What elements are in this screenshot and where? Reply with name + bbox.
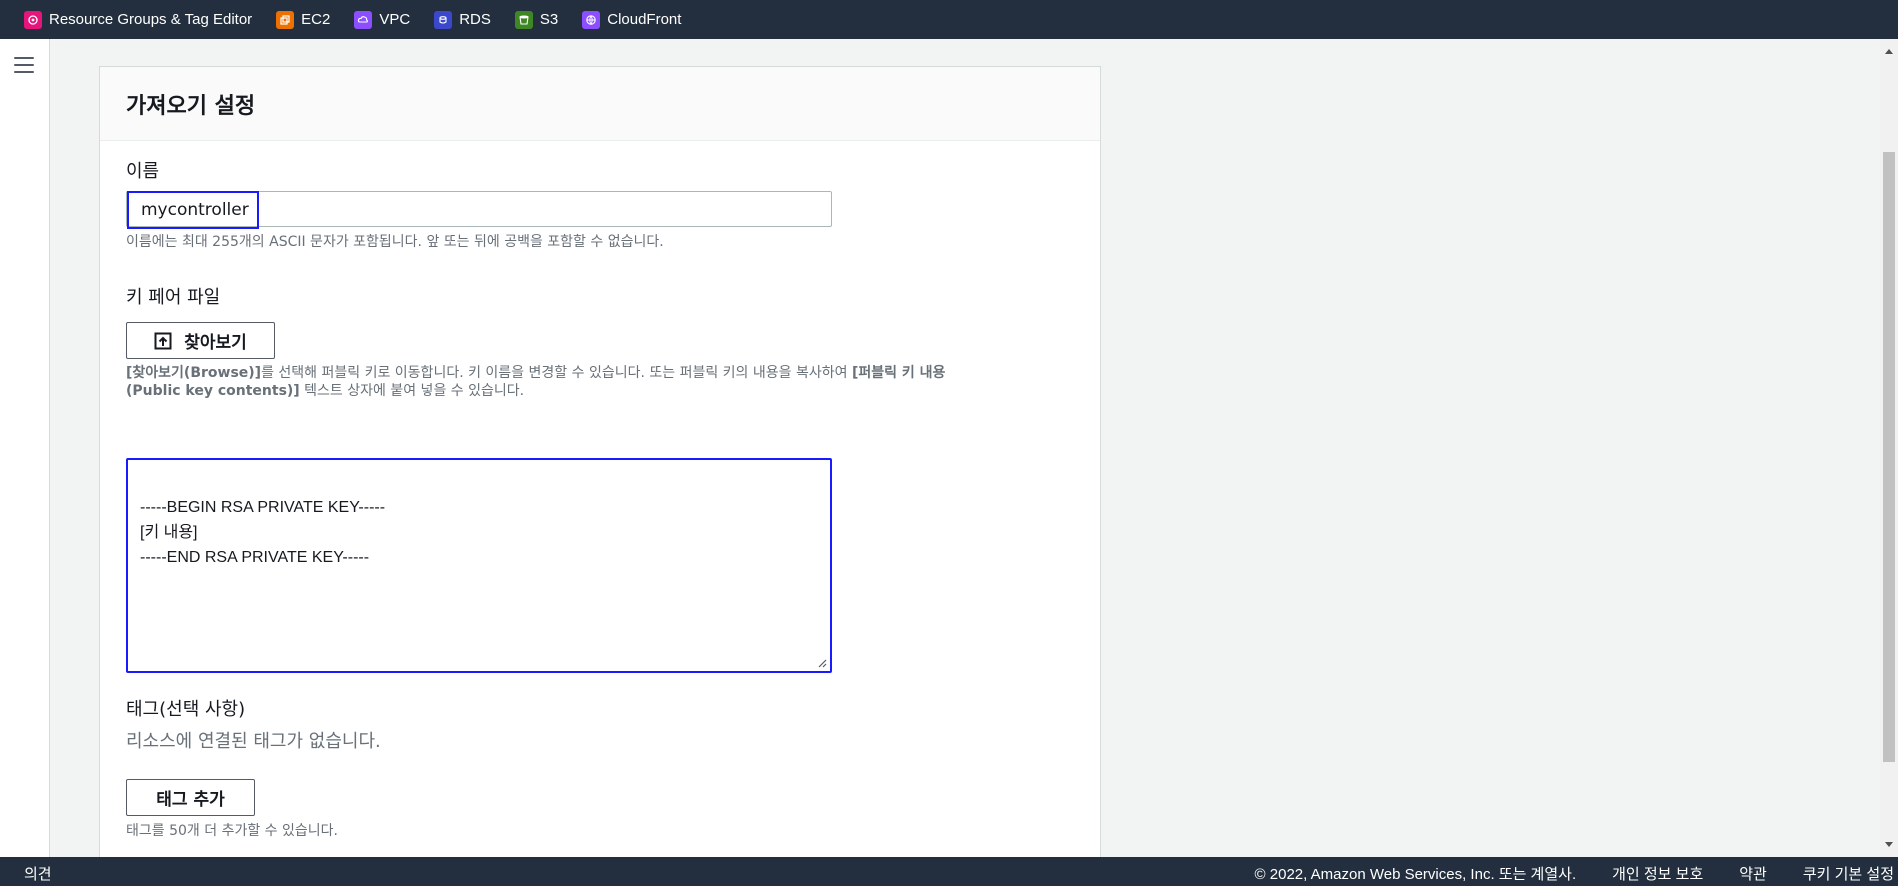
no-tags-text: 리소스에 연결된 태그가 없습니다.	[126, 731, 381, 752]
favorite-label: VPC	[379, 11, 411, 28]
copyright-text: © 2022, Amazon Web Services, Inc. 또는 계열사…	[1254, 866, 1577, 883]
browse-hint-term: [찾아보기(Browse)]	[126, 365, 262, 381]
name-value: mycontroller	[127, 191, 259, 229]
upload-icon	[154, 332, 172, 349]
side-navigation-rail	[0, 39, 50, 857]
page-title: 가져오기 설정	[126, 93, 256, 119]
terms-link[interactable]: 약관	[1739, 863, 1767, 884]
favorite-label: RDS	[459, 11, 491, 28]
public-key-contents-term-en: (Public key contents)]	[126, 383, 300, 399]
ec2-icon	[276, 10, 295, 29]
footer: 의견 © 2022, Amazon Web Services, Inc. 또는 …	[0, 857, 1898, 886]
name-label: 이름	[126, 161, 160, 182]
scroll-thumb[interactable]	[1883, 152, 1895, 762]
public-key-contents-textarea[interactable]: -----BEGIN RSA PRIVATE KEY----- [키 내용] -…	[126, 458, 832, 673]
tags-label: 태그(선택 사항)	[126, 699, 246, 720]
cloudfront-icon	[582, 10, 601, 29]
keyfile-hint: [찾아보기(Browse)]를 선택해 퍼블릭 키로 이동합니다. 키 이름을 …	[126, 364, 1066, 400]
browse-label: 찾아보기	[184, 333, 247, 353]
favorite-rds[interactable]: RDS	[434, 10, 491, 29]
add-tag-button[interactable]: 태그 추가	[126, 779, 255, 816]
privacy-link[interactable]: 개인 정보 보호	[1612, 863, 1703, 884]
favorite-label: CloudFront	[607, 11, 682, 28]
favorite-vpc[interactable]: VPC	[354, 10, 411, 29]
menu-icon[interactable]	[14, 57, 34, 75]
favorite-s3[interactable]: S3	[514, 10, 559, 29]
public-key-contents-term: [퍼블릭 키 내용	[851, 365, 946, 381]
scroll-down-icon[interactable]	[1885, 842, 1893, 847]
favorite-label: S3	[539, 11, 559, 28]
keyfile-label: 키 페어 파일	[126, 287, 221, 308]
name-field[interactable]: mycontroller	[126, 191, 832, 229]
resize-grip-icon[interactable]	[817, 658, 827, 668]
page-scrollbar[interactable]	[1880, 39, 1898, 857]
import-settings-panel: 가져오기 설정 이름 mycontroller 이름에는 최대 255개의 AS…	[99, 66, 1101, 858]
keyfile-hint-text: 를 선택해 퍼블릭 키로 이동합니다. 키 이름을 변경할 수 있습니다. 또는…	[261, 365, 852, 381]
name-hint: 이름에는 최대 255개의 ASCII 문자가 포함됩니다. 앞 또는 뒤에 공…	[126, 234, 664, 250]
scroll-up-icon[interactable]	[1885, 49, 1893, 54]
resource-groups-icon	[24, 10, 42, 29]
favorite-ec2[interactable]: EC2	[276, 10, 331, 29]
keyfile-hint-text-end: 텍스트 상자에 붙여 넣을 수 있습니다.	[299, 383, 525, 399]
s3-icon	[514, 10, 533, 29]
favorite-label: Resource Groups & Tag Editor	[49, 11, 253, 28]
favorite-resource-groups[interactable]: Resource Groups & Tag Editor	[24, 10, 253, 29]
browse-button[interactable]: 찾아보기	[126, 322, 275, 359]
panel-header: 가져오기 설정	[100, 67, 1100, 141]
favorite-label: EC2	[301, 11, 331, 28]
favorite-cloudfront[interactable]: CloudFront	[582, 10, 682, 29]
feedback-link[interactable]: 의견	[24, 863, 52, 884]
cookie-preferences-link[interactable]: 쿠키 기본 설정	[1803, 863, 1894, 884]
tags-hint: 태그를 50개 더 추가할 수 있습니다.	[126, 823, 338, 839]
vpc-icon	[354, 10, 373, 29]
key-contents: -----BEGIN RSA PRIVATE KEY----- [키 내용] -…	[140, 499, 386, 566]
favorites-bar: Resource Groups & Tag Editor EC2 VPC RDS…	[0, 0, 1898, 39]
rds-icon	[434, 10, 453, 29]
